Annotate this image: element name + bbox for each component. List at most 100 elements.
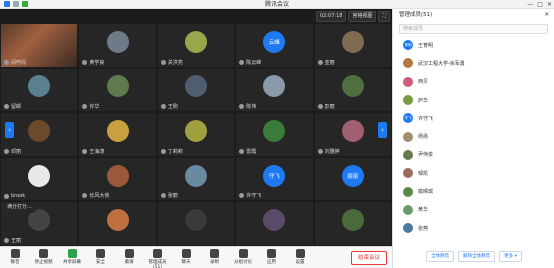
participant-name-text: 许守飞 [246,193,262,200]
participant-tile[interactable] [157,202,235,245]
participant-tile[interactable]: 守飞 许守飞 [236,157,313,201]
member-name: 喻晴琪 [418,189,434,196]
mic-icon [239,59,245,65]
participant-tile[interactable]: 许华 [79,68,156,112]
participant-tile[interactable]: 长风大侠 [79,157,156,201]
participant-tile[interactable]: 丁莉莉 [157,113,235,156]
toolbar-item[interactable]: 静音 [2,249,28,265]
participant-name: 王丽 [4,237,21,244]
member-row[interactable]: 喻晴琪 [393,182,554,200]
participant-tile[interactable] [236,202,313,245]
mic-icon [4,193,9,199]
toolbar-item-label: 静音 [10,260,20,265]
member-avatar [403,204,413,215]
share-screen-icon [67,249,77,258]
maximize-button[interactable]: □ [537,0,543,9]
member-row[interactable]: 黄华 [393,201,554,219]
participant-tile[interactable]: 丽丽 [314,157,391,201]
participant-tile[interactable] [79,202,156,245]
toolbar-item[interactable]: 共享屏幕 [59,249,85,265]
toolbar-item-label: 邀请 [124,260,134,265]
participant-tile[interactable]: 王海涛 [79,113,156,156]
member-name: 杨扬 [418,134,429,141]
member-row[interactable]: 武汉工程大学-余军勇 [393,54,554,72]
participant-tile[interactable]: 留邮 [1,68,78,112]
video-grid: 闷哼闷 黄学良 关洪亮 云峰 陈云峰 亚丽留邮 许华 王刚陈伟 彭丽邓丽 王海涛 丁莉莉 雷霞 刘雅婷 b… [0,23,392,246]
participant-tile[interactable]: 陈伟 [236,68,313,112]
member-row[interactable]: 尹伟俊 [393,146,554,164]
more-button[interactable]: 更多 ▾ [499,251,522,262]
participant-tile[interactable]: 闷哼闷 [1,24,78,67]
member-avatar [403,95,413,106]
participant-tile[interactable]: 张丽 [157,157,235,201]
participant-tile[interactable]: 雷霞 [236,113,313,156]
member-row[interactable]: 西贝 [393,73,554,91]
participant-avatar [184,209,207,232]
toolbar-item[interactable]: 分组讨论 [230,249,256,265]
participant-tile[interactable]: brook [1,157,78,201]
member-avatar [403,186,413,197]
member-row[interactable]: 育明 王育明 [393,36,554,54]
unmute-all-button[interactable]: 解除全体静音 [458,251,496,262]
toolbar-item-label: 安全 [96,260,105,265]
participant-tile[interactable]: 亚丽 [314,24,391,67]
member-row[interactable]: 杨扬 [393,127,554,145]
participant-tile[interactable]: 黄学良 [79,24,156,67]
member-name: 许守飞 [418,115,434,122]
participant-name-text: 关洪亮 [167,59,183,66]
mute-all-button[interactable]: 全体静音 [426,251,455,262]
fullscreen-icon[interactable]: ⛶ [378,11,390,22]
member-name: 西贝 [418,79,429,86]
toolbar-item-label: 分组讨论 [234,260,252,265]
participant-name: 刘雅婷 [317,148,340,155]
participant-name: 关洪亮 [160,59,183,66]
member-row[interactable]: 庐华 [393,91,554,109]
toolbar-item[interactable]: 聊天 [173,249,199,265]
mic-icon [4,237,9,243]
view-mode-button[interactable]: 宫格视图 [348,11,377,22]
page-next-arrow[interactable]: › [378,122,387,138]
participant-name-text: 陈伟 [246,104,257,111]
panel-title: 管理成员(51) [399,12,433,18]
toolbar-item-label: 聊天 [181,260,191,265]
mic-icon [317,148,323,154]
member-row[interactable]: 张燕 [393,219,554,237]
member-name: 武汉工程大学-余军勇 [418,60,465,67]
minimize-button[interactable]: — [527,0,533,9]
participant-name: 邓丽 [4,148,21,155]
participant-avatar: 丽丽 [341,164,364,187]
window-controls: — □ ✕ [527,0,552,9]
participant-tile[interactable]: 王刚 [157,68,235,112]
member-row[interactable]: 守飞 许守飞 [393,109,554,127]
toolbar-item[interactable]: 安全 [88,249,114,265]
participant-tile[interactable]: 关洪亮 [157,24,235,67]
participant-avatar [263,75,286,98]
participant-name: 黄学良 [82,59,104,66]
toolbar-item[interactable]: 设置 [287,249,313,265]
toolbar-item[interactable]: 录制 [202,249,228,265]
member-row[interactable]: 邹凯 [393,164,554,182]
participant-tile[interactable]: 彭丽 [314,68,391,112]
close-button[interactable]: ✕ [547,0,552,9]
participant-name: 丁莉莉 [160,148,183,155]
invite-icon [124,249,134,258]
chat-popup[interactable]: 满分打分... [2,202,37,213]
participant-tile[interactable]: 云峰 陈云峰 [236,24,313,67]
mic-icon [4,148,9,154]
participant-avatar [184,164,207,187]
page-prev-arrow[interactable]: ‹ [5,122,14,138]
mic-icon [160,193,166,199]
end-meeting-button[interactable]: 结束会议 [350,251,387,265]
member-search-input[interactable]: 搜索成员 [399,24,548,34]
participant-name: 彭丽 [317,103,335,110]
participant-tile[interactable] [314,202,391,245]
apps-icon [267,249,276,258]
member-avatar [403,149,413,160]
toolbar-item[interactable]: 停止视频 [31,249,57,265]
close-panel-icon[interactable]: ✕ [544,9,549,22]
participant-name: 王海涛 [82,148,104,155]
toolbar-item[interactable]: 管理成员(51) [145,249,171,268]
toolbar-item[interactable]: 应用 [259,249,285,265]
meeting-app: 腾讯会议 — □ ✕ 02:07:18 宫格视图 ⛶ 闷哼闷 黄学良 关洪亮 云峰 陈云… [0,0,554,268]
toolbar-item[interactable]: 邀请 [116,249,142,265]
